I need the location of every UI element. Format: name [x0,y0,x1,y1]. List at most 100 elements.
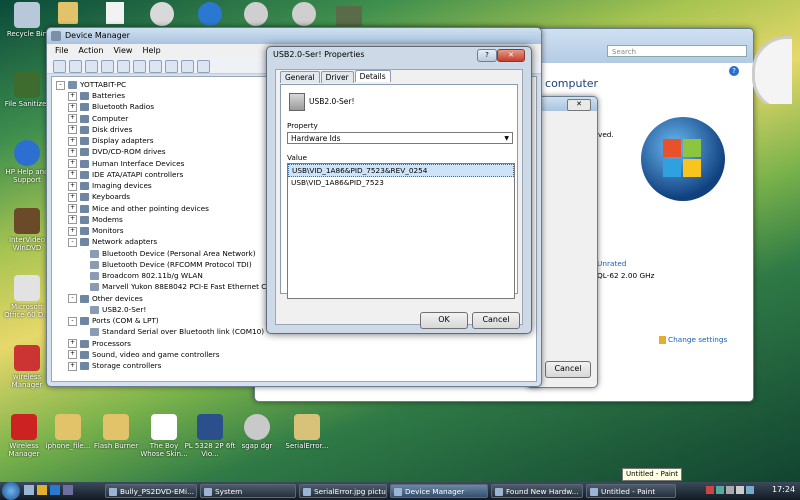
show-desktop-icon[interactable] [24,485,34,495]
help-button[interactable]: ? [477,49,497,62]
ie-icon[interactable] [198,2,222,26]
network-icon[interactable] [726,486,734,494]
value-list[interactable]: USB\VID_1A86&PID_7523&REV_0254 USB\VID_1… [287,163,515,299]
photo-icon[interactable] [336,6,362,26]
disc-icon[interactable] [292,2,316,26]
collapse-icon[interactable]: - [56,80,65,90]
expand-icon[interactable]: + [68,192,77,202]
tree-category[interactable]: + IDE ATA/ATAPI controllers [68,169,183,180]
menu-action[interactable]: Action [78,44,103,58]
expand-icon[interactable]: + [68,181,77,191]
taskbar-item-paint[interactable]: Untitled - Paint [586,484,676,498]
tree-category[interactable]: + Display adapters [68,135,154,146]
tree-category[interactable]: + Disk drives [68,124,132,135]
tree-device-item[interactable]: Standard Serial over Bluetooth link (COM… [90,326,264,337]
app-icon[interactable] [63,485,73,495]
help-icon[interactable]: ? [729,66,739,76]
tree-category[interactable]: + Imaging devices [68,180,152,191]
expand-icon[interactable]: + [68,215,77,225]
update-driver-icon[interactable] [165,60,178,73]
properties-dialog[interactable]: USB2.0-Ser! Properties ? ✕ General Drive… [266,46,532,334]
tree-category[interactable]: + Batteries [68,90,125,101]
collapse-icon[interactable]: - [68,237,77,247]
start-button[interactable] [2,482,20,500]
desktop-icon-utorrent[interactable]: The Boy Whose Skin... [138,414,190,458]
expand-icon[interactable]: + [68,339,77,348]
tree-category[interactable]: - Network adapters [68,236,157,247]
back-icon[interactable] [53,60,66,73]
tree-category[interactable]: + Computer [68,113,128,124]
desktop-icon-flash[interactable]: Flash Burner [92,414,140,450]
expand-icon[interactable]: + [68,102,77,112]
tree-category[interactable]: + Keyboards [68,191,130,202]
list-item[interactable]: USB\VID_1A86&PID_7523&REV_0254 [288,164,514,177]
change-settings-link[interactable]: Change settings [659,335,727,344]
tree-category[interactable]: + Modems [68,214,123,225]
tree-category[interactable]: + Processors [68,338,131,349]
properties-icon[interactable] [85,60,98,73]
expand-icon[interactable]: + [68,159,77,168]
tree-category[interactable]: - Ports (COM & LPT) [68,315,159,326]
disc-icon[interactable] [150,2,174,26]
menu-file[interactable]: File [55,44,68,58]
expand-icon[interactable]: + [68,136,77,146]
close-button[interactable]: ✕ [497,49,525,62]
document-icon[interactable] [106,2,124,24]
tree-category[interactable]: + DVD/CD-ROM drives [68,146,166,157]
help-icon[interactable] [117,60,130,73]
expand-icon[interactable]: + [68,350,77,360]
folder-icon[interactable] [37,485,47,495]
list-icon[interactable] [101,60,114,73]
search-input[interactable]: Search [607,45,747,57]
tab-driver[interactable]: Driver [320,71,354,83]
taskbar-item-system[interactable]: System [200,484,296,498]
tree-category[interactable]: + Human Interface Devices [68,158,184,169]
rating-link[interactable]: Unrated [597,259,626,268]
menu-help[interactable]: Help [142,44,160,58]
bluetooth-icon[interactable] [746,486,754,494]
tab-details[interactable]: Details [354,70,391,82]
expand-icon[interactable]: + [68,361,77,371]
taskbar-item-serialerror[interactable]: SerialError.jpg pictu... [299,484,387,498]
taskbar-item-found-new-hardware[interactable]: Found New Hardw... [491,484,583,498]
tree-device-item[interactable]: USB2.0-Ser! [90,304,146,315]
cancel-button[interactable]: Cancel [472,312,520,329]
expand-icon[interactable]: + [68,91,77,101]
expand-icon[interactable]: + [68,147,77,157]
tree-category[interactable]: + Monitors [68,225,124,236]
cancel-button[interactable]: Cancel [545,361,591,378]
uninstall-icon[interactable] [181,60,194,73]
list-item[interactable]: USB\VID_1A86&PID_7523 [288,177,514,188]
tree-category[interactable]: + Mice and other pointing devices [68,203,209,214]
tab-general[interactable]: General [280,71,320,83]
tree-device-item[interactable]: Bluetooth Device (RFCOMM Protocol TDI) [90,259,252,270]
view-icon[interactable] [133,60,146,73]
close-button[interactable]: ✕ [567,99,591,111]
folder-icon[interactable] [58,2,78,24]
tree-device-item[interactable]: Bluetooth Device (Personal Area Network) [90,248,256,259]
expand-icon[interactable]: + [68,125,77,135]
desktop-icon-wireless[interactable]: Wireless Manager [0,414,48,458]
expand-icon[interactable]: + [68,114,77,123]
ok-button[interactable]: OK [420,312,468,329]
taskbar-item-bully[interactable]: Bully_PS2DVD-EMi... [105,484,197,498]
tray-icon[interactable] [706,486,714,494]
property-select[interactable]: Hardware Ids ▼ [287,132,513,144]
clock-time[interactable]: 17:24 [772,485,795,494]
expand-icon[interactable]: + [68,226,77,236]
forward-icon[interactable] [69,60,82,73]
tree-category[interactable]: + Sound, video and game controllers [68,349,220,360]
collapse-icon[interactable]: - [68,294,77,303]
collapse-icon[interactable]: - [68,316,77,326]
tray-icon[interactable] [716,486,724,494]
tree-category[interactable]: + Bluetooth Radios [68,101,154,112]
ie-icon[interactable] [50,485,60,495]
desktop-icon-serialerror[interactable]: SerialError... [280,414,334,450]
taskbar-item-device-manager[interactable]: Device Manager [390,484,488,498]
desktop-icon-sgap[interactable]: sgap dgr [232,414,282,450]
expand-icon[interactable]: + [68,170,77,180]
disable-icon[interactable] [197,60,210,73]
tree-device-item[interactable]: Broadcom 802.11b/g WLAN [90,270,203,281]
volume-icon[interactable] [736,486,744,494]
desktop-icon-iphone[interactable]: iphone_file... [44,414,92,450]
